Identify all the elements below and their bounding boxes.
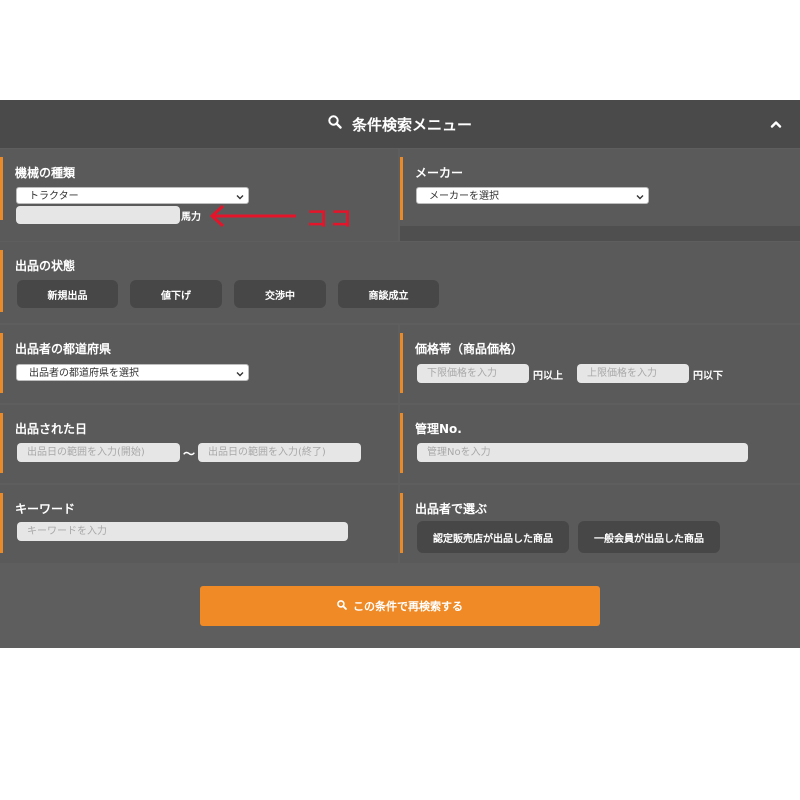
- machine-type-label: 機械の種類: [15, 166, 76, 180]
- search-icon: [328, 115, 342, 133]
- maker-select[interactable]: メーカーを選択: [416, 187, 649, 204]
- section-prefecture: 出品者の都道府県 出品者の都道府県を選択: [0, 325, 398, 403]
- accent-bar: [400, 157, 403, 220]
- search-panel: 条件検索メニュー 機械の種類 トラクター 馬力 メーカー メーカーを選択 出品の…: [0, 100, 800, 648]
- panel-header[interactable]: 条件検索メニュー: [0, 100, 800, 148]
- seller-chip-dealer[interactable]: 認定販売店が出品した商品: [417, 521, 569, 553]
- keyword-input[interactable]: キーワードを入力: [17, 522, 348, 541]
- section-price: 価格帯（商品価格） 下限価格を入力 円以上 上限価格を入力 円以下: [400, 325, 800, 403]
- accent-bar: [400, 333, 403, 393]
- arrow-left-icon: [208, 203, 300, 233]
- management-no-input[interactable]: 管理Noを入力: [417, 443, 748, 462]
- section-seller: 出品者で選ぶ 認定販売店が出品した商品 一般会員が出品した商品: [400, 485, 800, 563]
- accent-bar: [0, 493, 3, 553]
- section-date: 出品された日 出品日の範囲を入力(開始) 〜 出品日の範囲を入力(終了): [0, 405, 398, 483]
- search-button-label: この条件で再検索する: [353, 600, 463, 613]
- condition-label: 出品の状態: [15, 259, 76, 273]
- prefecture-label: 出品者の都道府県: [15, 342, 112, 356]
- seller-chip-member[interactable]: 一般会員が出品した商品: [578, 521, 720, 553]
- search-button[interactable]: この条件で再検索する: [200, 586, 600, 626]
- header-title-wrap: 条件検索メニュー: [328, 114, 472, 135]
- condition-chip-new[interactable]: 新規出品: [17, 280, 118, 308]
- page-title: 条件検索メニュー: [351, 115, 472, 134]
- section-management-no: 管理No. 管理Noを入力: [400, 405, 800, 483]
- condition-chip-price-down[interactable]: 値下げ: [130, 280, 222, 308]
- accent-bar: [0, 413, 3, 473]
- condition-chip-sold[interactable]: 商談成立: [338, 280, 439, 308]
- chevron-down-icon: [236, 365, 244, 382]
- search-icon: [337, 599, 347, 613]
- prefecture-selected: 出品者の都道府県を選択: [29, 368, 139, 379]
- price-label: 価格帯（商品価格）: [415, 342, 524, 356]
- annotation-text: ココ: [306, 207, 355, 232]
- machine-type-select[interactable]: トラクター: [16, 187, 249, 204]
- price-min-input[interactable]: 下限価格を入力: [417, 364, 529, 383]
- chevron-up-icon[interactable]: [766, 114, 786, 134]
- accent-bar: [0, 157, 3, 220]
- date-label: 出品された日: [15, 422, 88, 436]
- seller-label: 出品者で選ぶ: [415, 502, 488, 516]
- price-max-unit: 円以下: [693, 371, 723, 382]
- section-maker: メーカー メーカーを選択: [400, 149, 800, 241]
- accent-bar: [0, 250, 3, 312]
- section-keyword: キーワード キーワードを入力: [0, 485, 398, 563]
- maker-selected: メーカーを選択: [429, 191, 499, 202]
- machine-type-selected: トラクター: [29, 191, 79, 202]
- condition-chip-negotiating[interactable]: 交渉中: [234, 280, 326, 308]
- horsepower-unit: 馬力: [181, 212, 201, 223]
- date-separator: 〜: [183, 447, 196, 461]
- accent-bar: [400, 413, 403, 473]
- accent-bar: [400, 493, 403, 553]
- section-condition: 出品の状態 新規出品 値下げ 交渉中 商談成立: [0, 242, 800, 323]
- maker-label: メーカー: [415, 166, 464, 180]
- keyword-label: キーワード: [15, 502, 76, 516]
- date-start-input[interactable]: 出品日の範囲を入力(開始): [17, 443, 180, 462]
- date-end-input[interactable]: 出品日の範囲を入力(終了): [198, 443, 361, 462]
- prefecture-select[interactable]: 出品者の都道府県を選択: [16, 364, 249, 381]
- price-max-input[interactable]: 上限価格を入力: [577, 364, 689, 383]
- maker-bottom-strip: [400, 226, 800, 241]
- accent-bar: [0, 333, 3, 393]
- chevron-down-icon: [636, 188, 644, 205]
- price-min-unit: 円以上: [533, 371, 563, 382]
- management-no-label: 管理No.: [415, 422, 462, 436]
- horsepower-input[interactable]: [16, 206, 180, 224]
